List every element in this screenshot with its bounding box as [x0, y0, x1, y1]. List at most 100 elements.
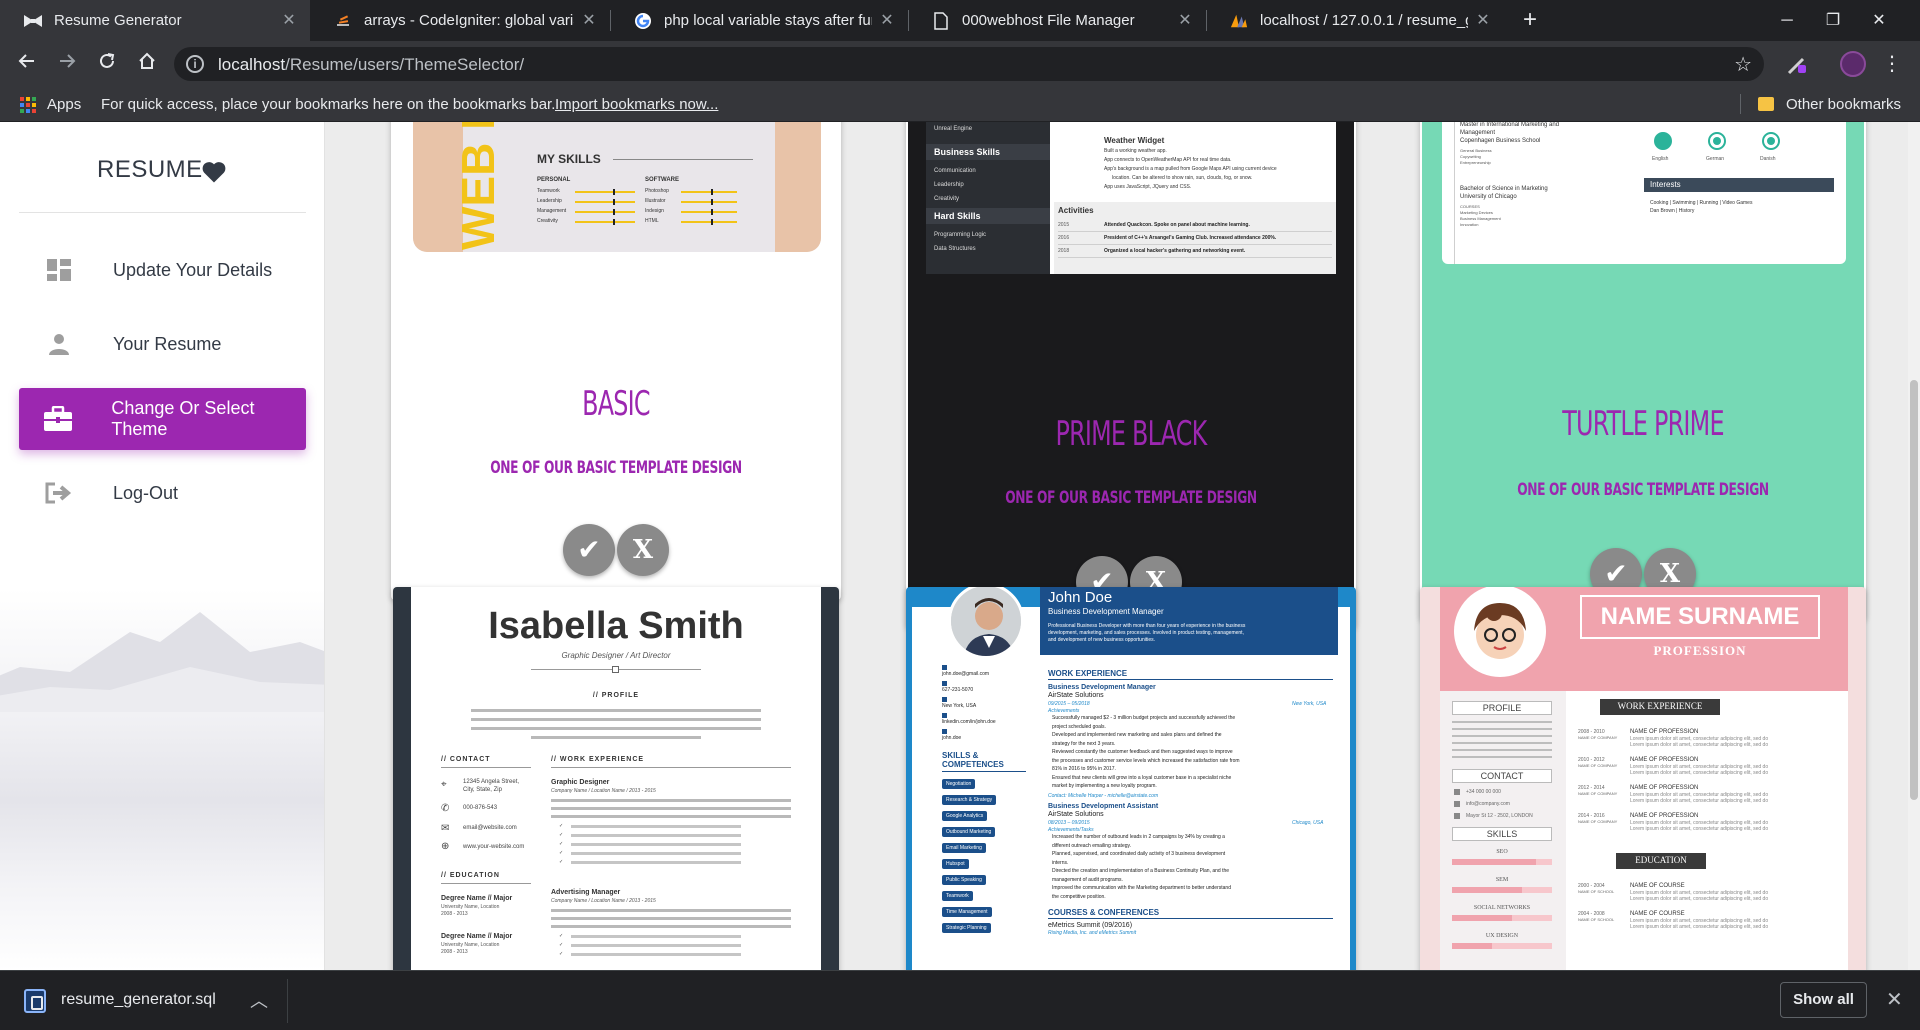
preview-text: English — [1652, 156, 1669, 162]
preview-text: Reviewed constantly the customer feedbac… — [1052, 749, 1233, 755]
tab-arrays-codeigniter[interactable]: arrays - CodeIgniter: global varial ✕ — [310, 0, 610, 41]
tab-php-local-variable[interactable]: php local variable stays after func ✕ — [610, 0, 908, 41]
profile-avatar[interactable] — [1840, 51, 1866, 77]
scrollbar-thumb[interactable] — [1910, 380, 1918, 800]
preview-section-title: PROFILE — [1482, 703, 1522, 713]
preview-text: NAME OF COMPANY — [1578, 763, 1618, 768]
preview-rule — [1058, 231, 1332, 232]
preview-contact-icon — [942, 697, 947, 702]
check-icon: ✔ — [577, 534, 601, 565]
other-bookmarks-link[interactable]: Other bookmarks — [1786, 96, 1901, 113]
preview-text: the processes and customer service level… — [1052, 757, 1240, 764]
browser-toolbar: i localhost/Resume/users/ThemeSelector/ … — [0, 41, 1920, 87]
preview-text: Lorem ipsum dolor sit amet, consectetur … — [1630, 826, 1769, 832]
theme-preview-basic: WEB D MY SKILLS PERSONAL SOFTWARE Teamwo… — [413, 122, 821, 252]
forward-button[interactable] — [52, 49, 82, 79]
preview-text: Creativity — [537, 218, 558, 224]
preview-contact-icon — [942, 681, 947, 686]
theme-title: BASIC — [582, 384, 650, 424]
preview-skill-bar — [681, 211, 737, 213]
preview-text: NAME OF PROFESSION — [1630, 729, 1699, 735]
close-shelf-icon[interactable]: ✕ — [1886, 987, 1903, 1012]
bookmark-star-icon[interactable]: ☆ — [1734, 52, 1752, 77]
preview-text-line — [1452, 735, 1552, 737]
remove-theme-button[interactable]: X — [617, 524, 669, 576]
close-icon: X — [1659, 559, 1681, 589]
info-icon[interactable]: i — [186, 55, 204, 73]
preview-text: NAME OF PROFESSION — [1630, 813, 1699, 819]
sidebar-item-change-theme[interactable]: Change Or Select Theme — [19, 388, 306, 450]
preview-text: different outreach emailing strategy. — [1052, 842, 1132, 849]
preview-text: Company Name / Location Name / 2013 - 20… — [551, 788, 656, 794]
preview-text: Weather Widget — [1104, 136, 1165, 145]
preview-text: University Name, Location — [441, 942, 500, 948]
preview-text: App uses JavaScript, JQuery and CSS. — [1104, 184, 1192, 190]
sidebar-item-your-resume[interactable]: Your Resume — [19, 313, 306, 375]
extension-icon[interactable] — [1786, 54, 1808, 76]
home-button[interactable] — [132, 49, 162, 79]
preview-text: COMPETENCES — [942, 760, 1004, 769]
maximize-button[interactable]: ❐ — [1810, 0, 1856, 41]
theme-card-isabella: Isabella Smith Graphic Designer / Art Di… — [393, 587, 839, 970]
sidebar-item-logout[interactable]: Log-Out — [19, 462, 306, 524]
preview-section-title: SKILLS — [1486, 829, 1518, 839]
reload-button[interactable] — [92, 49, 122, 79]
close-tab-icon[interactable]: ✕ — [878, 12, 896, 30]
select-theme-button[interactable]: ✔ — [563, 524, 615, 576]
close-tab-icon[interactable]: ✕ — [580, 12, 598, 30]
download-file-name[interactable]: resume_generator.sql — [61, 991, 216, 1009]
preview-text: Chicago, USA — [1292, 820, 1324, 826]
show-all-button[interactable]: Show all — [1780, 982, 1867, 1018]
tab-file-manager[interactable]: 000webhost File Manager ✕ — [908, 0, 1206, 41]
theme-description: ONE OF OUR BASIC TEMPLATE DESIGN — [490, 458, 742, 478]
browser-tab-strip: Resume Generator ✕ arrays - CodeIgniter:… — [0, 0, 1920, 41]
sidebar-item-label: Update Your Details — [113, 259, 273, 280]
preview-skill-chip: Outbound Marketing — [942, 827, 996, 837]
tab-title: 000webhost File Manager — [962, 12, 1135, 29]
preview-section-title: // WORK EXPERIENCE — [551, 756, 645, 763]
home-icon — [139, 52, 155, 69]
preview-diamond — [612, 666, 619, 673]
address-bar[interactable]: i localhost/Resume/users/ThemeSelector/ … — [174, 47, 1764, 81]
preview-text: john.doe@gmail.com — [942, 671, 990, 677]
theme-title: PRIME BLACK — [1055, 414, 1207, 454]
sidebar-item-update-details[interactable]: Update Your Details — [19, 239, 306, 301]
tab-title: Resume Generator — [54, 12, 182, 29]
theme-card-basic: WEB D MY SKILLS PERSONAL SOFTWARE Teamwo… — [391, 122, 841, 600]
preview-skill-chip: Teamwork — [942, 891, 973, 901]
preview-text-line — [551, 815, 791, 818]
apps-link[interactable]: Apps — [47, 96, 81, 113]
menu-kebab-icon[interactable]: ⋮ — [1882, 51, 1902, 77]
preview-role: Business Development Manager — [1048, 607, 1164, 616]
preview-text: ✓ — [559, 823, 564, 829]
back-button[interactable] — [12, 49, 42, 79]
preview-text: ✓ — [559, 859, 564, 865]
preview-skill-chip: Public Speaking — [942, 875, 986, 885]
apps-grid-icon[interactable] — [20, 97, 36, 113]
chevron-up-icon[interactable]: ︿ — [250, 987, 268, 1013]
preview-text: 81% in 2016 to 95% in 2017. — [1052, 766, 1116, 772]
preview-text: Master in International Marketing and — [1460, 122, 1560, 128]
import-bookmarks-link[interactable]: Import bookmarks now... — [555, 96, 718, 113]
preview-text-line — [571, 953, 741, 956]
preview-text: ✓ — [559, 832, 564, 838]
close-tab-icon[interactable]: ✕ — [280, 12, 298, 30]
new-tab-button[interactable]: + — [1516, 6, 1544, 34]
preview-text-line — [471, 727, 761, 730]
heart-icon — [202, 162, 226, 183]
preview-text-line — [571, 935, 741, 938]
tab-resume-generator[interactable]: Resume Generator ✕ — [0, 0, 310, 41]
preview-skill-chip: Time Management — [942, 907, 992, 917]
preview-text: Teamwork — [537, 188, 560, 194]
tab-phpmyadmin[interactable]: localhost / 127.0.0.1 / resume_ge ✕ — [1206, 0, 1504, 41]
theme-preview-name-surname: NAME SURNAME PROFESSION PROFILE CONTACT … — [1440, 587, 1848, 970]
close-tab-icon[interactable]: ✕ — [1474, 12, 1492, 30]
tab-title: php local variable stays after func — [664, 12, 872, 29]
window-close-button[interactable]: ✕ — [1856, 0, 1902, 41]
minimize-button[interactable]: ─ — [1764, 0, 1810, 41]
preview-skill-chip: Strategic Planning — [942, 923, 991, 933]
briefcase-icon — [41, 404, 75, 434]
preview-text: Increased the number of outbound leads i… — [1052, 834, 1225, 840]
preview-skill-fill — [1452, 887, 1522, 893]
close-tab-icon[interactable]: ✕ — [1176, 12, 1194, 30]
